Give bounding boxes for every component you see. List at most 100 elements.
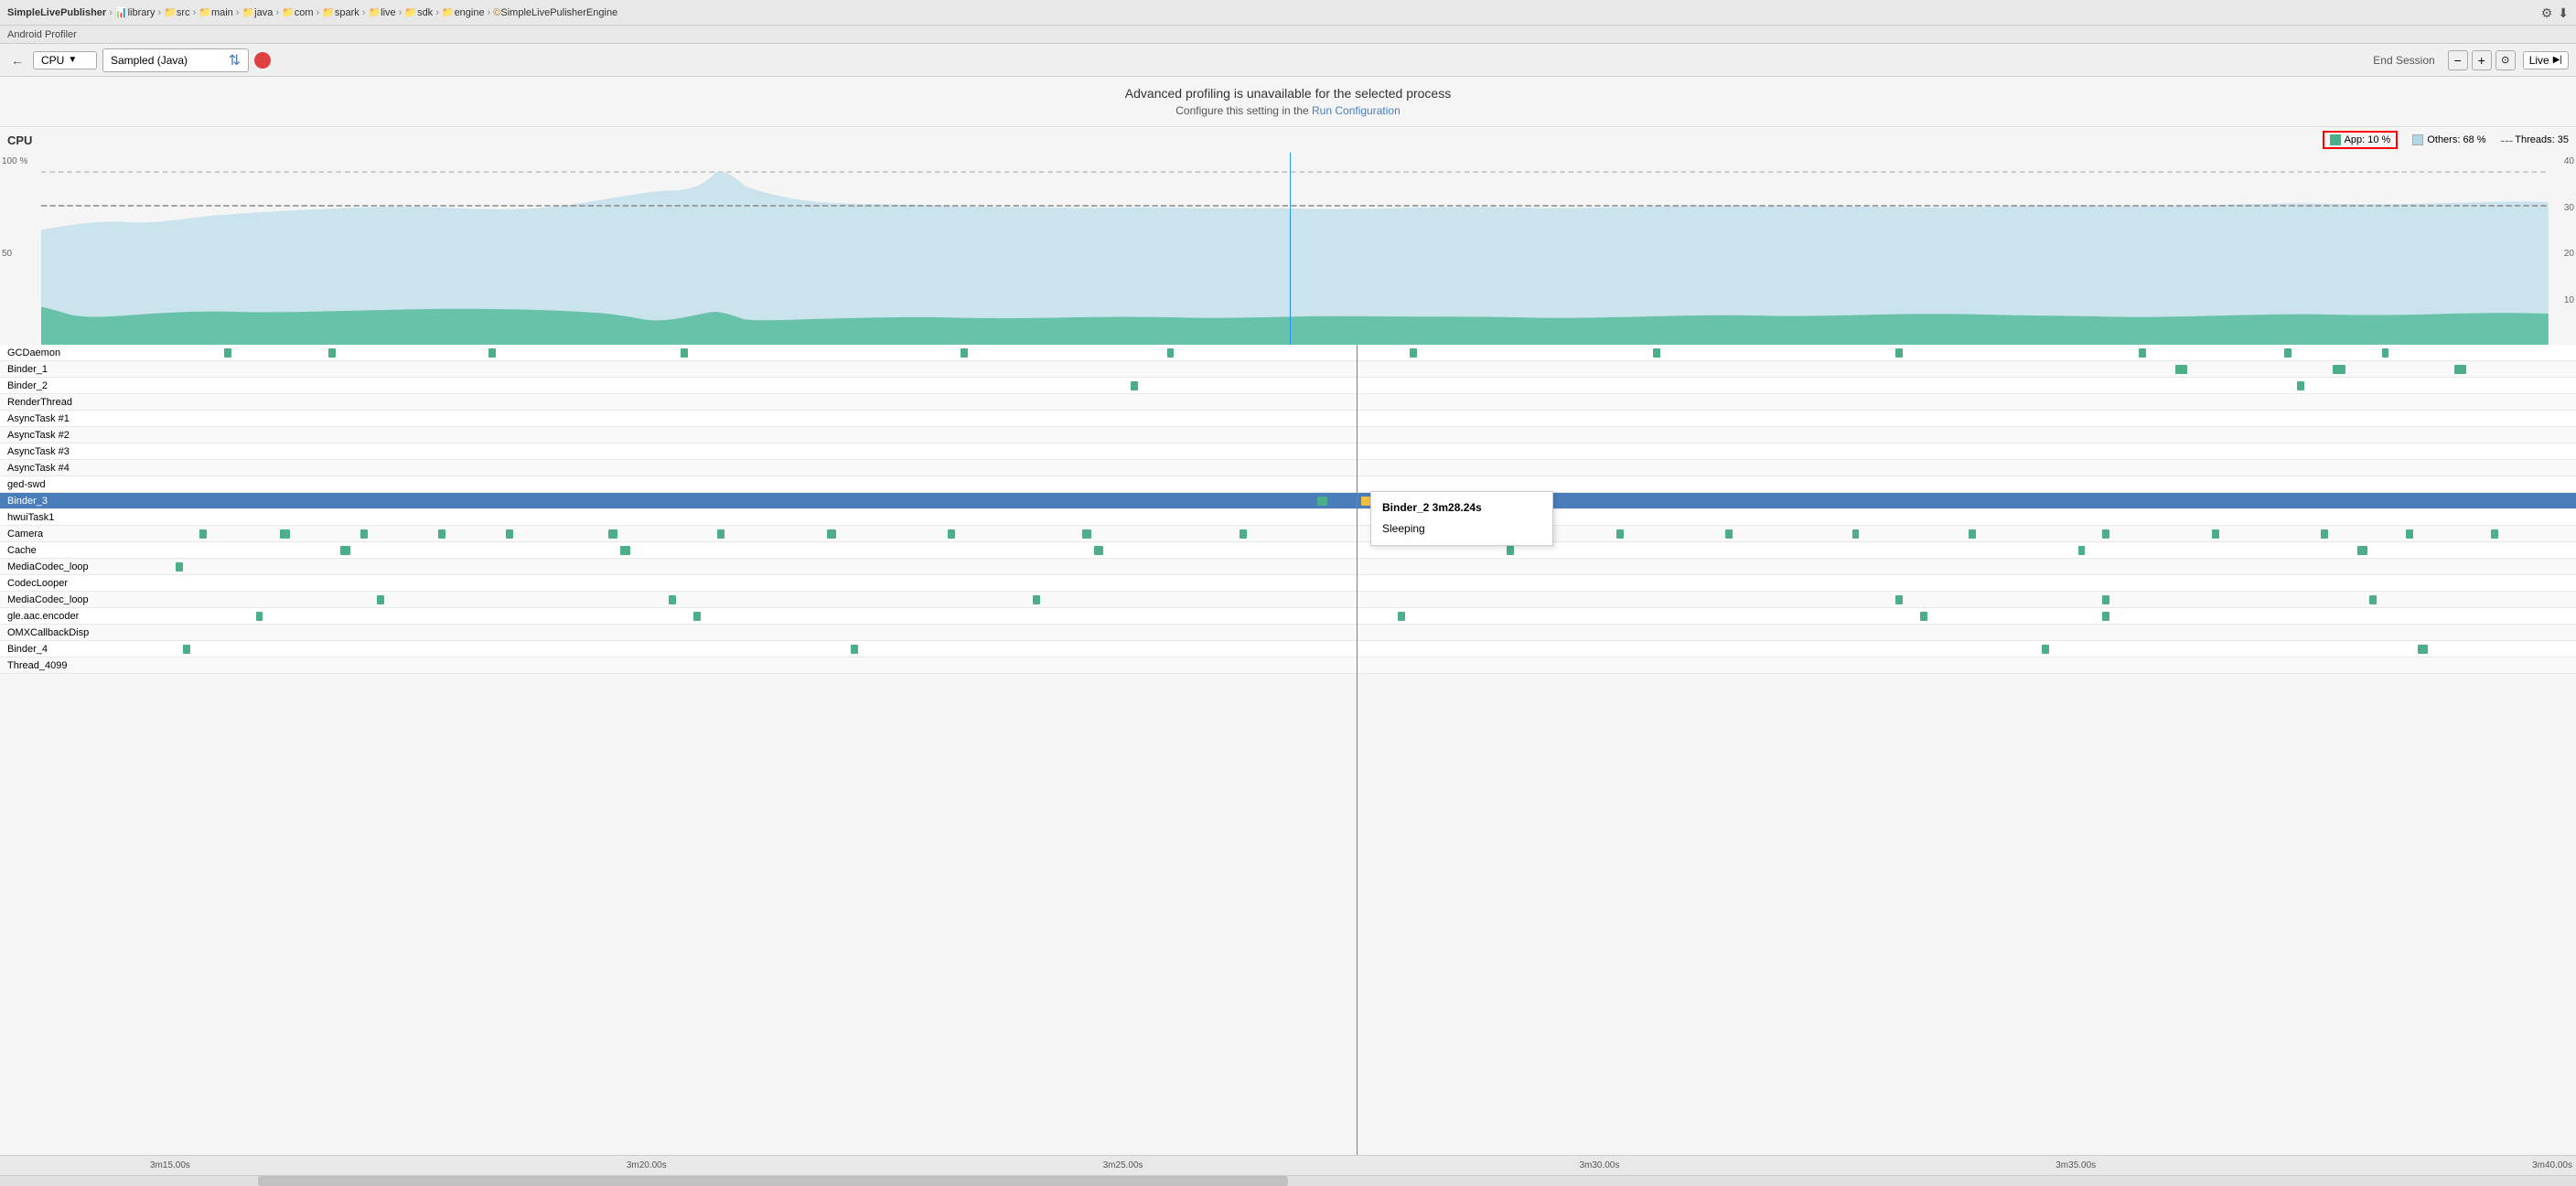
legend-app-label: App: 10 %	[2345, 134, 2391, 145]
thread-row[interactable]: hwuiTask1	[0, 509, 2576, 526]
breadcrumb-library[interactable]: library	[128, 7, 156, 18]
thread-row[interactable]: Camera	[0, 526, 2576, 542]
breadcrumb-src[interactable]: src	[177, 7, 190, 18]
tooltip: Binder_2 3m28.24s Sleeping	[1370, 491, 1553, 546]
app-name[interactable]: SimpleLivePublisher	[7, 7, 106, 18]
thread-timeline[interactable]	[146, 460, 2576, 475]
thread-name: Binder_3	[0, 496, 146, 507]
zoom-reset-button[interactable]: ⊙	[2496, 50, 2516, 70]
thread-timeline[interactable]	[146, 542, 2576, 558]
thread-block	[1920, 612, 1927, 621]
thread-row[interactable]: Binder_3	[0, 493, 2576, 509]
thread-timeline[interactable]	[146, 476, 2576, 492]
y-right-labels: 40 30 20 10	[2549, 153, 2576, 345]
breadcrumb-spark[interactable]: spark	[335, 7, 360, 18]
zoom-out-button[interactable]: −	[2448, 50, 2468, 70]
thread-row[interactable]: Thread_4099	[0, 657, 2576, 674]
thread-row[interactable]: OMXCallbackDisp	[0, 625, 2576, 641]
thread-name: AsyncTask #3	[0, 446, 146, 457]
run-configuration-link[interactable]: Run Configuration	[1312, 104, 1401, 117]
thread-row[interactable]: Binder_1	[0, 361, 2576, 378]
thread-timeline[interactable]	[146, 608, 2576, 624]
legend-others-label: Others: 68 %	[2427, 134, 2485, 145]
thread-block	[669, 595, 676, 604]
thread-row[interactable]: AsyncTask #2	[0, 427, 2576, 443]
thread-row[interactable]: GCDaemon	[0, 345, 2576, 361]
thread-timeline[interactable]	[146, 361, 2576, 377]
ruler-ticks: 3m15.00s 3m20.00s 3m25.00s 3m30.00s 3m35…	[146, 1160, 2576, 1170]
breadcrumb-live[interactable]: live	[381, 7, 396, 18]
thread-row[interactable]: MediaCodec_loop	[0, 592, 2576, 608]
thread-block	[1895, 348, 1903, 358]
thread-name: Cache	[0, 545, 146, 556]
thread-name: RenderThread	[0, 397, 146, 408]
thread-name: GCDaemon	[0, 347, 146, 358]
breadcrumb-main[interactable]: main	[211, 7, 233, 18]
breadcrumb-engine[interactable]: engine	[455, 7, 485, 18]
tick-1: 3m15.00s	[150, 1160, 190, 1170]
thread-timeline[interactable]	[146, 559, 2576, 574]
breadcrumb-java[interactable]: java	[254, 7, 273, 18]
live-badge[interactable]: Live ▶|	[2523, 51, 2569, 69]
breadcrumb-com[interactable]: com	[295, 7, 314, 18]
thread-row[interactable]: AsyncTask #3	[0, 443, 2576, 460]
thread-timeline[interactable]	[146, 411, 2576, 426]
y-right-40: 40	[2550, 156, 2574, 166]
record-button[interactable]	[254, 52, 271, 69]
thread-block	[1094, 546, 1104, 555]
breadcrumb-icon: 📁	[164, 6, 177, 18]
settings-icon[interactable]: ⚙	[2541, 5, 2553, 21]
breadcrumb-sep: ›	[362, 7, 366, 18]
thread-block	[1616, 529, 1624, 539]
thread-row[interactable]: AsyncTask #4	[0, 460, 2576, 476]
thread-row[interactable]: MediaCodec_loop	[0, 559, 2576, 575]
cpu-chart-container[interactable]: 100 % 50 40 30 20 10	[0, 153, 2576, 345]
sampled-dropdown[interactable]: Sampled (Java) ⇅	[102, 48, 249, 72]
thread-timeline[interactable]	[146, 526, 2576, 541]
thread-timeline[interactable]	[146, 378, 2576, 393]
toolbar: ← CPU ▼ Sampled (Java) ⇅ End Session − +…	[0, 44, 2576, 77]
legend-threads-label: Threads: 35	[2515, 134, 2569, 145]
thread-row[interactable]: Binder_2	[0, 378, 2576, 394]
notice-subtitle: Configure this setting in the Run Config…	[9, 104, 2567, 117]
thread-timeline[interactable]	[146, 493, 2576, 508]
bottom-scrollbar[interactable]	[0, 1175, 2576, 1186]
thread-timeline[interactable]	[146, 625, 2576, 640]
thread-block	[1895, 595, 1903, 604]
thread-row[interactable]: AsyncTask #1	[0, 411, 2576, 427]
thread-timeline[interactable]	[146, 657, 2576, 673]
thread-timeline[interactable]	[146, 345, 2576, 360]
thread-block	[1167, 348, 1175, 358]
end-session-button[interactable]: End Session	[2367, 52, 2440, 69]
thread-row[interactable]: gle.aac.encoder	[0, 608, 2576, 625]
breadcrumb-icon: 📁	[242, 6, 254, 18]
download-icon[interactable]: ⬇	[2558, 5, 2569, 21]
thread-block	[948, 529, 955, 539]
thread-timeline[interactable]	[146, 575, 2576, 591]
breadcrumb-sdk[interactable]: sdk	[417, 7, 433, 18]
threads-list[interactable]: GCDaemon Binder_1Binder_2 RenderThread Asyn…	[0, 345, 2576, 1155]
thread-timeline[interactable]	[146, 443, 2576, 459]
cpu-dropdown[interactable]: CPU ▼	[33, 51, 97, 69]
zoom-in-button[interactable]: +	[2472, 50, 2492, 70]
thread-row[interactable]: ged-swd	[0, 476, 2576, 493]
thread-row[interactable]: Binder_4	[0, 641, 2576, 657]
back-button[interactable]: ←	[7, 51, 27, 69]
thread-timeline[interactable]	[146, 509, 2576, 525]
thread-block	[438, 529, 445, 539]
thread-timeline[interactable]	[146, 427, 2576, 443]
thread-block	[851, 645, 858, 654]
legend-threads: - - - Threads: 35	[2501, 133, 2569, 147]
breadcrumb-classname[interactable]: SimpleLivePulisherEngine	[500, 7, 617, 18]
thread-timeline[interactable]	[146, 641, 2576, 657]
breadcrumb-icon: 📁	[442, 6, 455, 18]
thread-block	[2175, 365, 2187, 374]
play-icon: ▶|	[2553, 55, 2562, 65]
legend-app-icon	[2330, 134, 2341, 145]
thread-row[interactable]: RenderThread	[0, 394, 2576, 411]
thread-timeline[interactable]	[146, 592, 2576, 607]
cpu-chart-svg[interactable]	[41, 153, 2549, 345]
thread-row[interactable]: Cache	[0, 542, 2576, 559]
thread-row[interactable]: CodecLooper	[0, 575, 2576, 592]
thread-timeline[interactable]	[146, 394, 2576, 410]
